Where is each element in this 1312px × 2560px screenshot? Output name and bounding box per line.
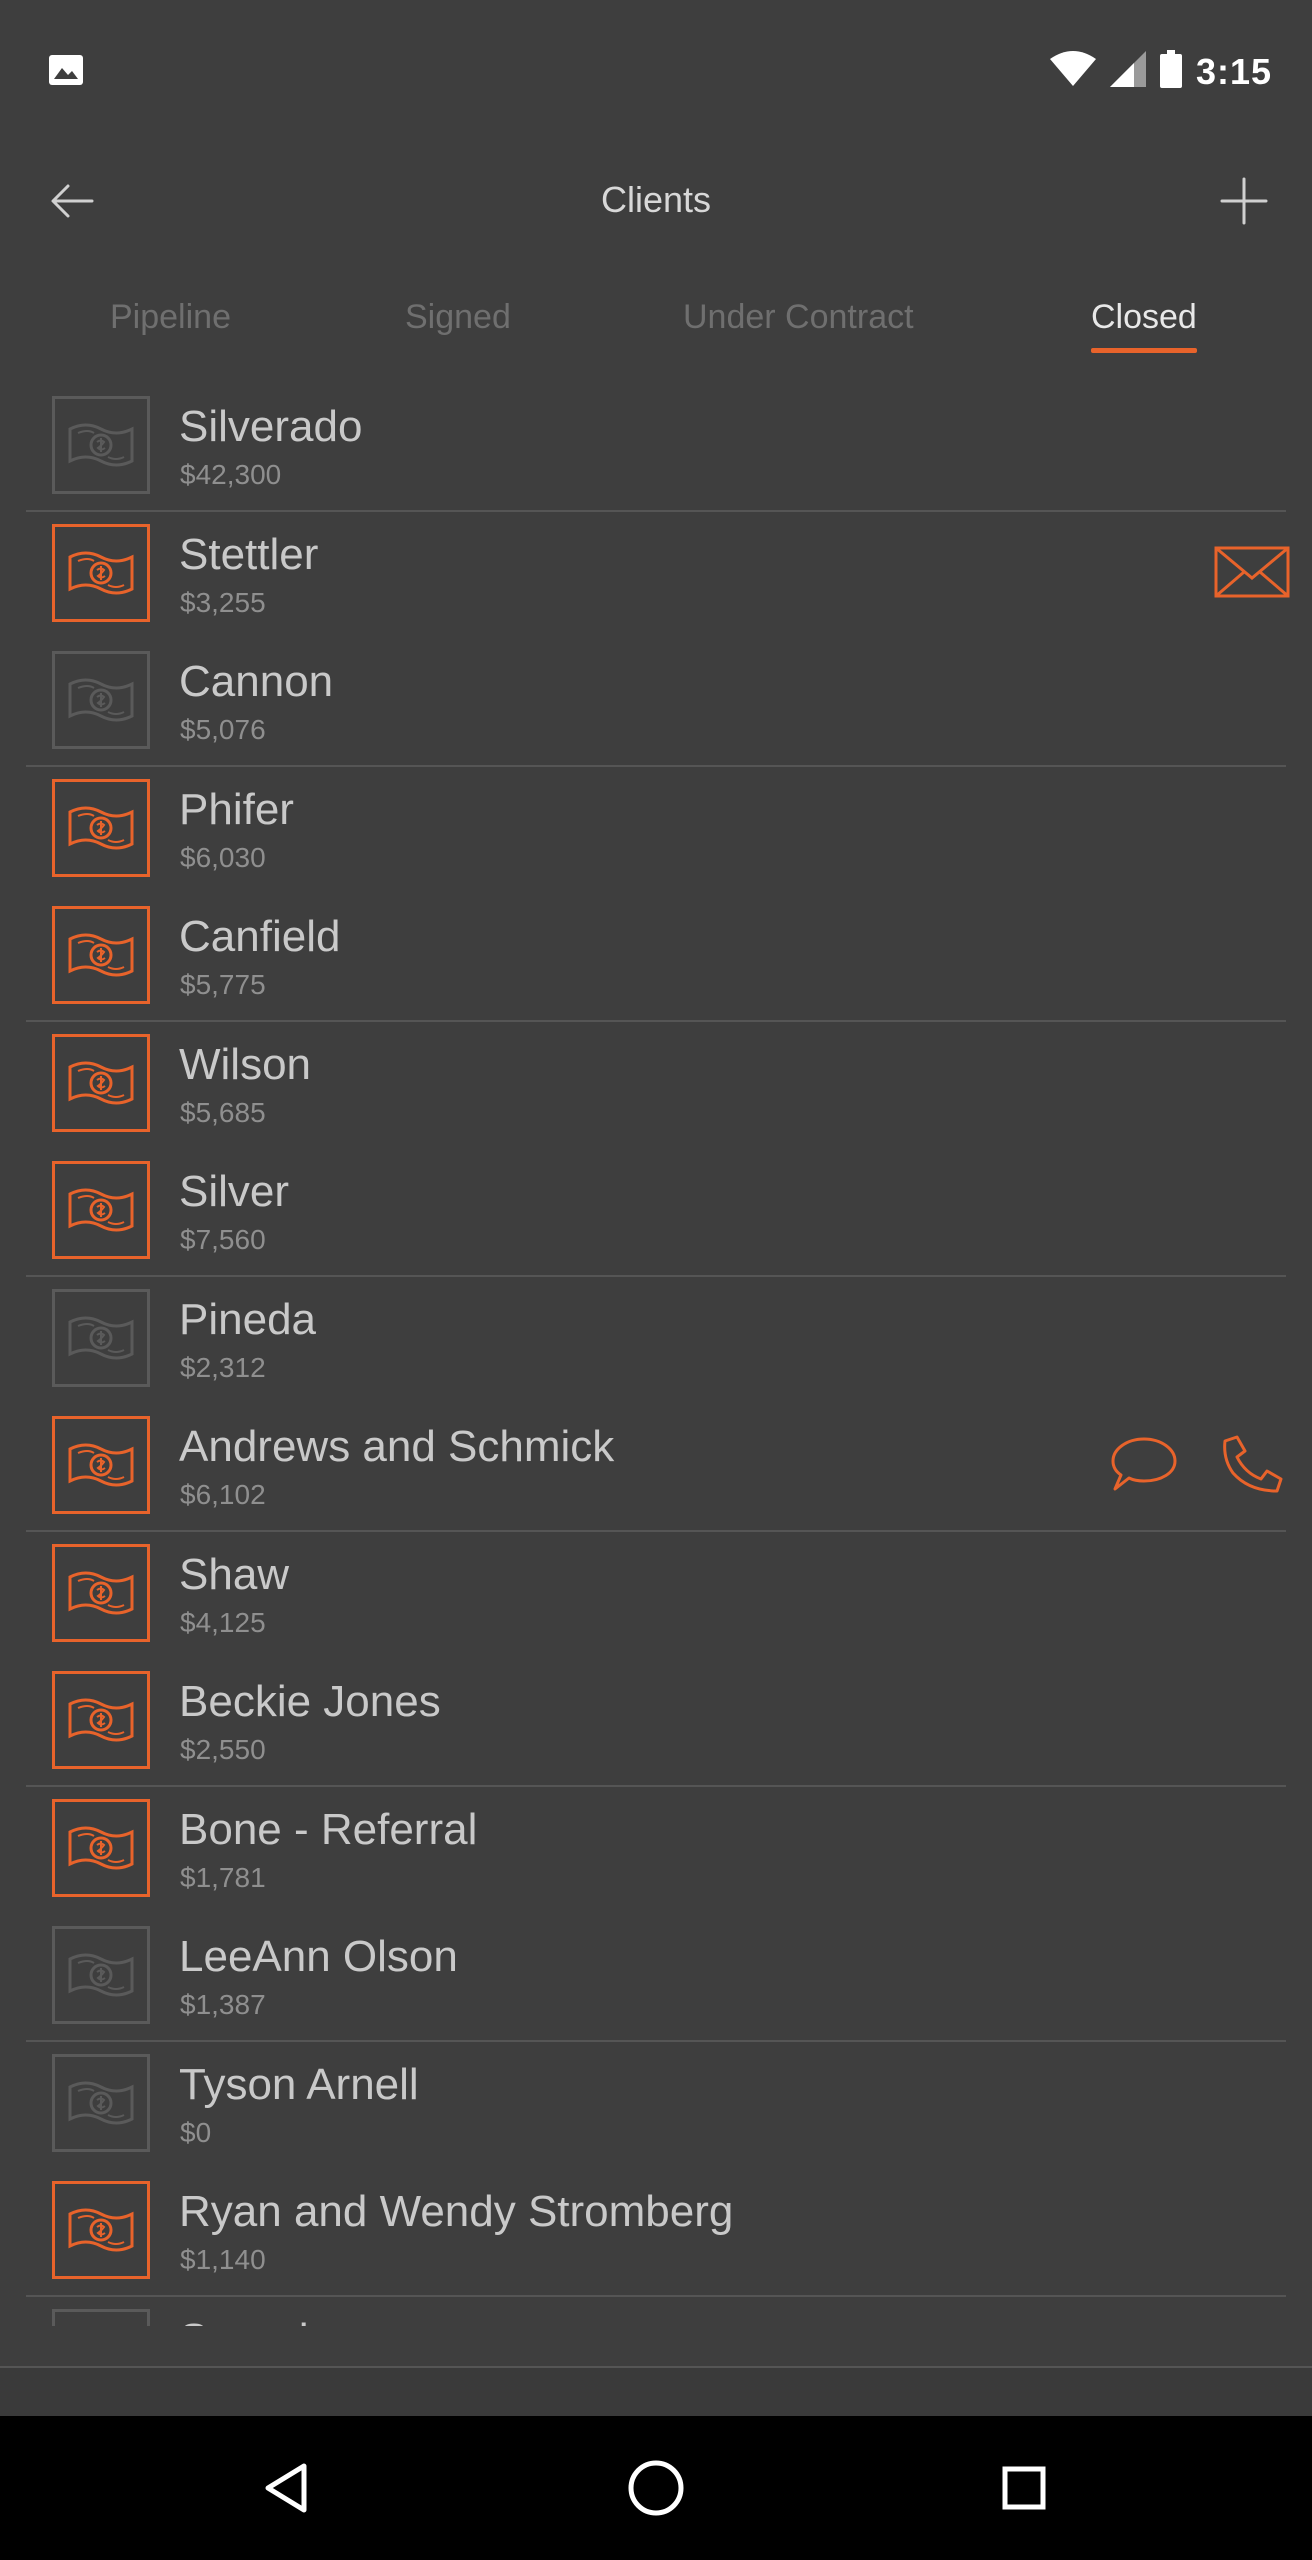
nav-back-button[interactable] [256,2460,316,2520]
client-amount: $2,550 [180,1734,266,1765]
nav-recents-button[interactable] [994,2460,1054,2520]
client-row[interactable]: Pineda $2,312 [0,1277,1312,1405]
client-name: Tyson Arnell [179,2059,419,2109]
client-amount: $1,140 [180,2244,266,2275]
client-row[interactable]: Cannon $5,076 [0,639,1312,767]
page-title: Clients [600,179,712,220]
client-name: Stroud [179,2315,309,2327]
app-header: Clients [0,145,1312,255]
client-amount: $1,781 [180,1861,266,1893]
client-amount: $6,102 [180,1479,266,1510]
client-amount: $42,300 [180,459,282,490]
money-icon [52,2053,150,2152]
client-amount: $7,560 [180,1224,266,1255]
money-icon [52,1543,150,1642]
money-icon [52,2308,150,2326]
chat-bubble-icon[interactable] [1106,1434,1182,1494]
client-amount: $5,775 [180,969,266,1000]
tab-signed[interactable]: Signed [405,298,511,337]
money-icon [52,523,150,622]
client-name: LeeAnn Olson [179,1932,458,1981]
client-name: Phifer [179,784,294,834]
client-row[interactable]: LeeAnn Olson $1,387 [0,1914,1312,2042]
client-name: Silver [179,1167,290,1216]
client-amount: $5,685 [180,1096,266,1128]
client-row[interactable]: Ryan and Wendy Stromberg $1,140 [0,2169,1312,2297]
nav-home-button[interactable] [626,2460,686,2520]
signal-icon [1109,51,1146,92]
client-row[interactable]: Silverado $42,300 [0,384,1312,512]
bottom-panel [0,2366,1312,2418]
client-amount: $3,255 [180,586,266,618]
client-name: Pineda [179,1294,317,1344]
client-name: Wilson [179,1039,312,1089]
money-icon [52,2181,150,2279]
wifi-icon [1049,51,1096,92]
client-amount: $0 [180,2116,212,2148]
client-amount: $6,030 [180,841,266,873]
tab-under-contract[interactable]: Under Contract [683,298,914,337]
client-row[interactable]: Stettler $3,255 [0,512,1312,640]
client-name: Shaw [179,1549,290,1599]
client-name: Cannon [179,657,334,706]
client-name: Canfield [179,912,341,961]
clock: 3:15 [1195,50,1272,92]
client-name: Ryan and Wendy Stromberg [179,2187,734,2236]
gallery-icon [48,54,84,91]
home-circle-icon [626,2458,686,2523]
phone-icon[interactable] [1214,1434,1290,1494]
client-row[interactable]: Bone - Referral $1,781 [0,1787,1312,1915]
back-triangle-icon [262,2462,310,2519]
client-amount: $4,125 [180,1606,266,1638]
battery-icon [1159,50,1182,93]
client-row[interactable]: Stroud [0,2297,1312,2327]
add-client-button[interactable] [1214,171,1274,231]
recents-square-icon [1000,2464,1048,2517]
money-icon [52,651,150,749]
client-amount: $1,387 [180,1989,266,2020]
client-actions [1214,542,1290,602]
money-icon [52,1671,150,1769]
client-row[interactable]: Andrews and Schmick $6,102 [0,1404,1312,1532]
client-row[interactable]: Silver $7,560 [0,1149,1312,1277]
client-list: Silverado $42,300 Stettler $3,255 Cannon $5,0… [0,384,1312,2326]
money-icon [52,1798,150,1897]
client-row[interactable]: Wilson $5,685 [0,1022,1312,1150]
client-name: Silverado [179,402,363,451]
status-bar: 3:15 [0,0,1312,145]
client-amount: $2,312 [180,1351,266,1383]
client-row[interactable]: Canfield $5,775 [0,894,1312,1022]
client-name: Stettler [179,529,319,579]
client-name: Bone - Referral [179,1804,478,1854]
money-icon [52,1288,150,1387]
client-row[interactable]: Tyson Arnell $0 [0,2042,1312,2170]
system-nav-bar [0,2416,1312,2560]
tab-pipeline[interactable]: Pipeline [110,298,231,337]
money-icon [52,906,150,1004]
money-icon [52,1416,150,1514]
status-tabs: Pipeline Signed Under Contract Closed [0,280,1312,360]
envelope-icon[interactable] [1214,542,1290,602]
money-icon [52,396,150,494]
money-icon [52,1926,150,2024]
money-icon [52,778,150,877]
tab-closed[interactable]: Closed [1091,298,1197,353]
money-icon [52,1161,150,1259]
money-icon [52,1033,150,1132]
client-name: Andrews and Schmick [179,1422,615,1471]
client-row[interactable]: Shaw $4,125 [0,1532,1312,1660]
client-row[interactable]: Beckie Jones $2,550 [0,1659,1312,1787]
plus-icon [1214,177,1274,235]
client-amount: $5,076 [180,714,266,745]
client-row[interactable]: Phifer $6,030 [0,767,1312,895]
client-actions [1106,1434,1290,1494]
client-name: Beckie Jones [179,1677,441,1726]
